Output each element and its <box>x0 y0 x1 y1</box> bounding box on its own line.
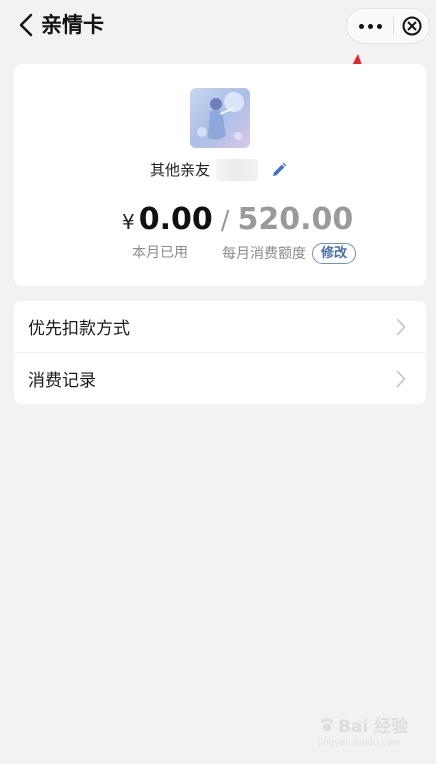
used-label: 本月已用 <box>132 245 188 261</box>
paw-icon <box>321 717 333 731</box>
chevron-left-icon <box>19 13 33 37</box>
family-card-summary: 其他亲友 ¥ 0.00 / 520.00 本月已用 每月消费额度 修改 <box>14 64 426 286</box>
modify-limit-button[interactable]: 修改 <box>312 242 357 264</box>
page-title: 亲情卡 <box>41 13 104 37</box>
pencil-icon <box>273 162 287 176</box>
list-item-label: 消费记录 <box>28 371 96 391</box>
settings-list: 优先扣款方式 消费记录 <box>14 301 426 404</box>
chevron-right-icon <box>396 370 406 387</box>
avatar-image <box>190 88 250 148</box>
relation-row: 其他亲友 <box>14 158 426 182</box>
avatar[interactable] <box>190 88 250 148</box>
mini-program-capsule <box>346 8 430 44</box>
chevron-right-icon <box>396 318 406 335</box>
currency-symbol: ¥ <box>122 210 135 234</box>
nav-bar: 亲情卡 <box>0 0 436 50</box>
blurred-name <box>216 159 258 181</box>
more-button[interactable] <box>347 9 393 43</box>
close-button[interactable] <box>394 9 429 43</box>
close-circle-icon <box>402 16 421 36</box>
more-icon <box>358 23 364 29</box>
used-amount: 0.00 <box>138 202 213 237</box>
watermark-url: jingyan.baidu.com <box>318 738 402 748</box>
limit-label: 每月消费额度 <box>222 246 306 262</box>
back-button[interactable] <box>14 10 38 40</box>
baidu-jingyan-watermark: Bai 经验 jingyan.baidu.com <box>318 712 414 752</box>
watermark-brand: Bai 经验 <box>338 717 409 737</box>
monthly-limit: 520.00 <box>237 202 354 237</box>
amount-separator: / <box>220 206 230 236</box>
list-item-spending-records[interactable]: 消费记录 <box>14 352 426 404</box>
limit-label-row: 每月消费额度 修改 <box>222 242 357 264</box>
relation-label: 其他亲友 <box>149 161 210 179</box>
amount-row: ¥ 0.00 / 520.00 <box>122 202 353 242</box>
list-item-label: 优先扣款方式 <box>28 319 130 339</box>
list-item-payment-priority[interactable]: 优先扣款方式 <box>14 301 426 352</box>
edit-button[interactable] <box>268 159 290 181</box>
